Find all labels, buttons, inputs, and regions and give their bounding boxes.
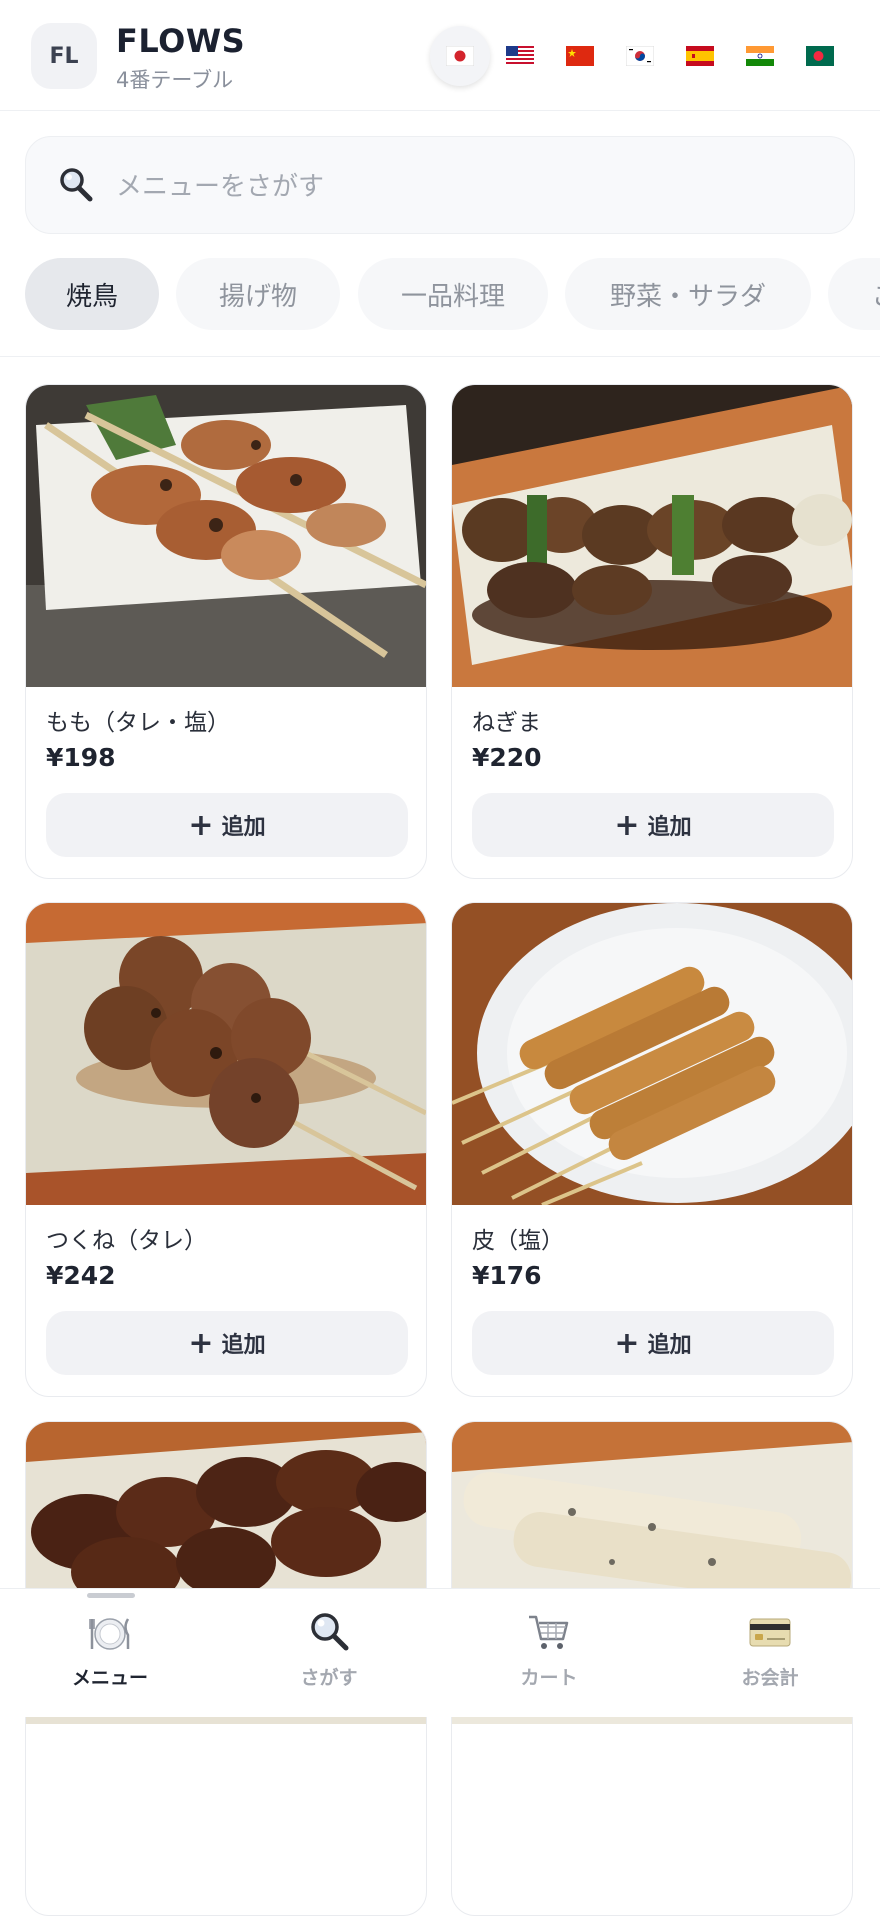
tab-more[interactable]: ご xyxy=(828,258,880,330)
search-icon xyxy=(311,1613,349,1651)
lang-us[interactable] xyxy=(490,26,550,86)
kr-flag-icon xyxy=(626,46,654,66)
lang-kr[interactable] xyxy=(610,26,670,86)
language-selector xyxy=(430,26,850,86)
lang-in[interactable] xyxy=(730,26,790,86)
us-flag-icon xyxy=(506,46,534,66)
category-tabs: 焼鳥 揚げ物 一品料理 野菜・サラダ ご xyxy=(0,258,880,334)
add-label: 追加 xyxy=(647,1333,692,1358)
add-button[interactable]: + 追加 xyxy=(46,1311,408,1375)
nav-label: メニュー xyxy=(71,1667,148,1689)
item-name: ねぎま xyxy=(472,710,541,736)
bottom-navigation: メニュー さがす カート お会計 xyxy=(0,1588,880,1717)
cn-flag-icon xyxy=(566,46,594,66)
in-flag-icon xyxy=(746,46,774,66)
lang-bd[interactable] xyxy=(790,26,850,86)
food-photo-kawa xyxy=(452,903,852,1205)
menu-card: つくね（タレ） ¥242 + 追加 xyxy=(25,902,427,1397)
food-photo-tsukune xyxy=(26,903,426,1205)
bd-flag-icon xyxy=(806,46,834,66)
section-divider xyxy=(0,356,880,357)
item-price: ¥176 xyxy=(472,1261,542,1290)
search-bar[interactable] xyxy=(25,136,855,234)
table-number: 4番テーブル xyxy=(116,68,234,92)
add-button[interactable]: + 追加 xyxy=(46,793,408,857)
search-input[interactable] xyxy=(114,161,818,213)
food-photo-negima xyxy=(452,385,852,687)
add-label: 追加 xyxy=(221,1333,266,1358)
lang-cn[interactable] xyxy=(550,26,610,86)
nav-label: お会計 xyxy=(741,1667,799,1689)
lang-es[interactable] xyxy=(670,26,730,86)
logo-text: FL xyxy=(49,43,79,69)
item-name: つくね（タレ） xyxy=(46,1228,207,1254)
food-photo-momo xyxy=(26,385,426,687)
search-icon xyxy=(60,168,93,202)
item-price: ¥220 xyxy=(472,743,542,772)
nav-label: さがす xyxy=(300,1667,358,1689)
plus-icon: + xyxy=(614,1325,640,1361)
tab-yakitori[interactable]: 焼鳥 xyxy=(25,258,159,330)
cart-icon xyxy=(529,1615,569,1649)
add-button[interactable]: + 追加 xyxy=(472,793,834,857)
tab-ippin[interactable]: 一品料理 xyxy=(358,258,548,330)
add-button[interactable]: + 追加 xyxy=(472,1311,834,1375)
nav-label: カート xyxy=(520,1667,578,1689)
nav-menu[interactable]: メニュー xyxy=(30,1603,190,1703)
item-name: もも（タレ・塩） xyxy=(46,710,230,736)
app-header: FL FLOWS 4番テーブル xyxy=(0,0,880,111)
plus-icon: + xyxy=(188,807,214,843)
plus-icon: + xyxy=(614,807,640,843)
item-price: ¥242 xyxy=(46,1261,116,1290)
lang-jp[interactable] xyxy=(430,26,490,86)
item-name: 皮（塩） xyxy=(472,1228,564,1254)
tab-fried[interactable]: 揚げ物 xyxy=(176,258,340,330)
add-label: 追加 xyxy=(221,815,266,840)
credit-card-icon xyxy=(749,1618,791,1647)
nav-checkout[interactable]: お会計 xyxy=(690,1603,850,1703)
menu-card: もも（タレ・塩） ¥198 + 追加 xyxy=(25,384,427,879)
add-label: 追加 xyxy=(647,815,692,840)
logo-badge: FL xyxy=(31,23,97,89)
tab-salad[interactable]: 野菜・サラダ xyxy=(565,258,811,330)
jp-flag-icon xyxy=(446,46,474,66)
nav-search[interactable]: さがす xyxy=(249,1603,409,1703)
es-flag-icon xyxy=(686,46,714,66)
plus-icon: + xyxy=(188,1325,214,1361)
brand-name: FLOWS xyxy=(116,22,246,60)
scroll-handle xyxy=(87,1593,135,1598)
nav-cart[interactable]: カート xyxy=(469,1603,629,1703)
menu-card: 皮（塩） ¥176 + 追加 xyxy=(451,902,853,1397)
item-price: ¥198 xyxy=(46,743,116,772)
menu-card: ねぎま ¥220 + 追加 xyxy=(451,384,853,879)
plate-icon xyxy=(89,1618,130,1650)
